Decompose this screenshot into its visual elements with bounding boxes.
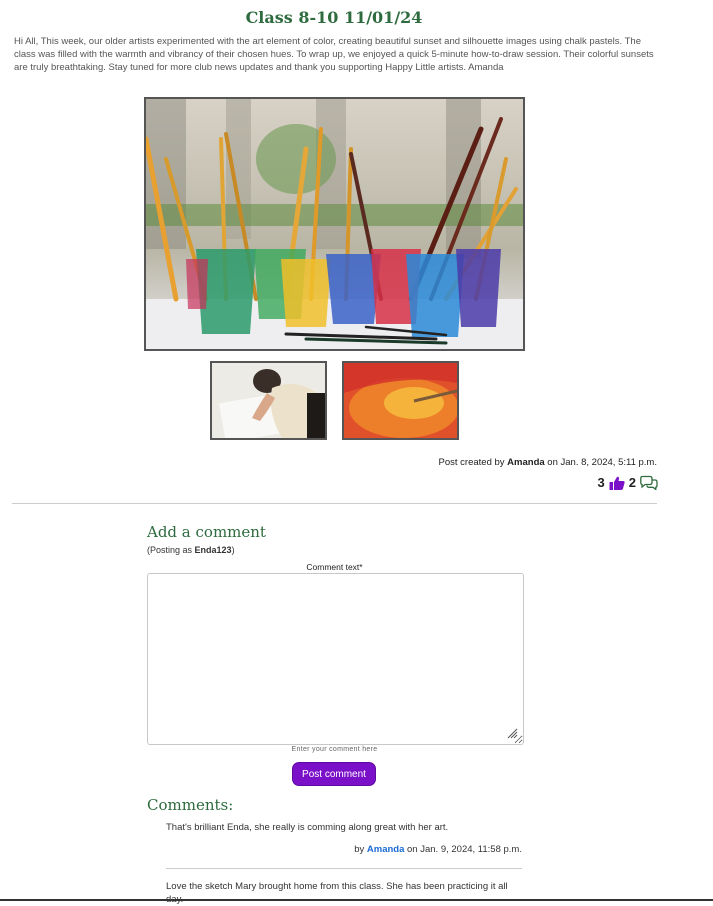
comments-heading: Comments: xyxy=(147,796,234,814)
thumbnail-child-drawing[interactable] xyxy=(210,361,327,440)
posting-username: Enda123 xyxy=(194,545,232,555)
comment-text: Love the sketch Mary brought home from t… xyxy=(166,881,508,905)
comment-count: 2 xyxy=(628,475,636,490)
add-comment-heading: Add a comment xyxy=(147,523,266,541)
like-count: 3 xyxy=(597,475,605,490)
post-title: Class 8-10 11/01/24 xyxy=(245,8,423,27)
posting-as: (Posting as Enda123) xyxy=(147,545,235,555)
comment-help-text: Enter your comment here xyxy=(291,746,378,753)
thumbnail-chalk-sunset[interactable] xyxy=(342,361,459,440)
meta-on: on xyxy=(547,457,558,468)
comment-by: by xyxy=(354,844,365,855)
comment-item: Love the sketch Mary brought home from t… xyxy=(166,880,522,906)
post-intro: Hi All, This week, our older artists exp… xyxy=(14,36,654,73)
posting-suffix: ) xyxy=(231,545,235,555)
comment-text-label: Comment text* xyxy=(306,562,363,572)
comment-text-input[interactable] xyxy=(147,573,524,745)
posting-prefix: (Posting as xyxy=(147,545,195,555)
comment-divider xyxy=(166,868,522,869)
post-date: Jan. 8, 2024, 5:11 p.m. xyxy=(560,457,657,468)
resize-grip-icon[interactable] xyxy=(506,727,518,739)
post-stats: 3 2 xyxy=(598,475,658,490)
comment-author-link[interactable]: Amanda xyxy=(367,844,404,855)
comment-meta: by Amanda on Jan. 9, 2024, 11:58 p.m. xyxy=(166,844,522,855)
meta-prefix: Post created by xyxy=(438,457,505,468)
comment-on: on xyxy=(407,844,418,855)
comment-item: That's brilliant Enda, she really is com… xyxy=(166,821,522,855)
section-divider xyxy=(12,503,657,504)
comment-date: Jan. 9, 2024, 11:58 p.m. xyxy=(420,844,522,855)
speech-bubbles-icon[interactable] xyxy=(640,475,658,490)
post-comment-button[interactable]: Post comment xyxy=(292,762,376,786)
post-meta: Post created by Amanda on Jan. 8, 2024, … xyxy=(439,457,657,468)
post-author: Amanda xyxy=(507,457,545,468)
thumbs-up-icon[interactable] xyxy=(609,476,625,490)
main-post-image[interactable] xyxy=(144,97,525,351)
comment-text: That's brilliant Enda, she really is com… xyxy=(166,822,449,833)
